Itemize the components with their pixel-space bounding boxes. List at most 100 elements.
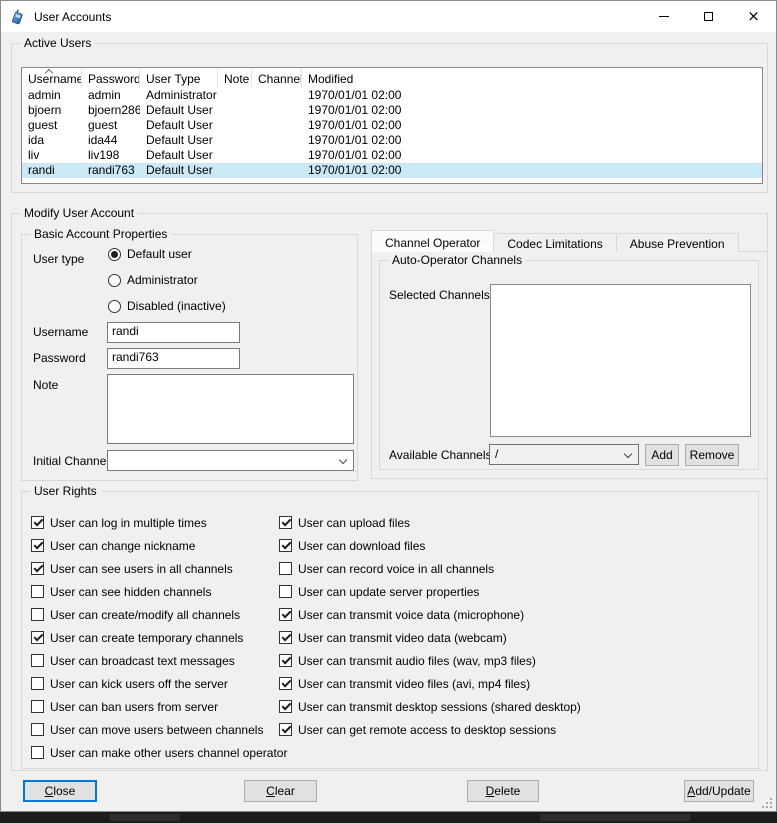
checkbox-transmit-video[interactable]: User can transmit video data (webcam)	[279, 630, 581, 645]
column-header-password[interactable]: Password	[82, 68, 140, 88]
table-row[interactable]: bjoernbjoern286Default User1970/01/01 02…	[22, 103, 762, 118]
remove-button[interactable]: Remove	[685, 444, 739, 466]
column-header-modified[interactable]: Modified	[302, 68, 762, 88]
radio-administrator[interactable]: Administrator	[108, 273, 226, 287]
user-type-label: User type	[33, 252, 84, 266]
checkbox-icon	[31, 677, 44, 690]
maximize-button[interactable]	[686, 1, 731, 32]
titlebar[interactable]: User Accounts ×	[1, 1, 776, 32]
checkbox-icon	[279, 631, 292, 644]
checkbox-icon	[31, 516, 44, 529]
user-type-radio-group: Default user Administrator Disabled (ina…	[108, 247, 226, 313]
note-label: Note	[33, 378, 58, 392]
radio-icon	[108, 274, 121, 287]
available-channels-combobox[interactable]: /	[489, 444, 639, 465]
add-button[interactable]: Add	[645, 444, 679, 466]
chevron-down-icon	[339, 456, 347, 464]
checkbox-download-files[interactable]: User can download files	[279, 538, 581, 553]
password-label: Password	[33, 351, 86, 365]
table-row-selected[interactable]: randirandi763Default User1970/01/01 02:0…	[22, 163, 762, 178]
checkbox-icon	[31, 723, 44, 736]
checkbox-move-users[interactable]: User can move users between channels	[31, 722, 287, 737]
checkbox-create-temporary-channels[interactable]: User can create temporary channels	[31, 630, 287, 645]
checkbox-kick-users[interactable]: User can kick users off the server	[31, 676, 287, 691]
checkbox-update-server-properties[interactable]: User can update server properties	[279, 584, 581, 599]
tab-abuse-prevention[interactable]: Abuse Prevention	[616, 233, 739, 252]
active-users-table[interactable]: Username Password User Type Note Channel…	[21, 67, 763, 184]
modify-user-account-label: Modify User Account	[20, 206, 138, 220]
column-header-username[interactable]: Username	[22, 68, 82, 88]
checkbox-icon	[31, 562, 44, 575]
checkbox-record-voice[interactable]: User can record voice in all channels	[279, 561, 581, 576]
close-button[interactable]: Close	[23, 780, 97, 802]
password-input[interactable]: randi763	[107, 348, 240, 369]
table-header: Username Password User Type Note Channel…	[22, 68, 762, 88]
checkbox-icon	[279, 516, 292, 529]
auto-operator-channels-label: Auto-Operator Channels	[388, 253, 526, 267]
selected-channels-listbox[interactable]	[490, 284, 751, 437]
column-header-note[interactable]: Note	[218, 68, 252, 88]
table-row[interactable]: idaida44Default User1970/01/01 02:00	[22, 133, 762, 148]
selected-channels-label: Selected Channels	[389, 288, 490, 302]
tab-channel-operator[interactable]: Channel Operator	[371, 230, 494, 252]
close-window-button[interactable]: ×	[731, 1, 776, 32]
basic-account-properties-label: Basic Account Properties	[30, 227, 171, 241]
checkbox-log-in-multiple-times[interactable]: User can log in multiple times	[31, 515, 287, 530]
table-row[interactable]: livliv198Default User1970/01/01 02:00	[22, 148, 762, 163]
checkbox-see-hidden-channels[interactable]: User can see hidden channels	[31, 584, 287, 599]
checkbox-icon	[279, 700, 292, 713]
username-label: Username	[33, 325, 88, 339]
add-update-button[interactable]: Add/Update	[684, 780, 754, 802]
initial-channel-combobox[interactable]	[107, 450, 354, 471]
checkbox-upload-files[interactable]: User can upload files	[279, 515, 581, 530]
chevron-down-icon	[624, 450, 632, 458]
resize-grip[interactable]	[759, 795, 772, 808]
checkbox-ban-users[interactable]: User can ban users from server	[31, 699, 287, 714]
checkbox-icon	[31, 746, 44, 759]
checkbox-transmit-voice[interactable]: User can transmit voice data (microphone…	[279, 607, 581, 622]
tab-codec-limitations[interactable]: Codec Limitations	[493, 233, 616, 252]
checkbox-create-modify-all-channels[interactable]: User can create/modify all channels	[31, 607, 287, 622]
tabbar: Channel Operator Codec Limitations Abuse…	[371, 230, 738, 252]
active-users-label: Active Users	[20, 36, 95, 50]
checkbox-icon	[279, 562, 292, 575]
checkbox-broadcast-text-messages[interactable]: User can broadcast text messages	[31, 653, 287, 668]
checkbox-icon	[31, 654, 44, 667]
radio-default-user[interactable]: Default user	[108, 247, 226, 261]
checkbox-icon	[279, 677, 292, 690]
checkbox-icon	[279, 723, 292, 736]
checkbox-transmit-desktop-sessions[interactable]: User can transmit desktop sessions (shar…	[279, 699, 581, 714]
checkbox-icon	[31, 608, 44, 621]
table-row[interactable]: guestguestDefault User1970/01/01 02:00	[22, 118, 762, 133]
checkbox-transmit-audio-files[interactable]: User can transmit audio files (wav, mp3 …	[279, 653, 581, 668]
taskbar-strip	[0, 812, 777, 823]
checkbox-icon	[31, 585, 44, 598]
close-icon: ×	[747, 9, 760, 24]
checkbox-icon	[31, 631, 44, 644]
checkbox-transmit-video-files[interactable]: User can transmit video files (avi, mp4 …	[279, 676, 581, 691]
screen: User Accounts × Active Users Username Pa…	[0, 0, 777, 823]
window-controls: ×	[641, 1, 776, 32]
clear-button[interactable]: Clear	[244, 780, 317, 802]
checkbox-see-users-all-channels[interactable]: User can see users in all channels	[31, 561, 287, 576]
username-input[interactable]: randi	[107, 322, 240, 343]
user-rights-right-column: User can upload files User can download …	[279, 515, 581, 737]
note-textarea[interactable]	[107, 374, 354, 444]
checkbox-icon	[279, 608, 292, 621]
checkbox-icon	[31, 539, 44, 552]
table-row[interactable]: adminadminAdministrator1970/01/01 02:00	[22, 88, 762, 103]
checkbox-icon	[279, 585, 292, 598]
checkbox-icon	[31, 700, 44, 713]
user-accounts-window: User Accounts × Active Users Username Pa…	[0, 0, 777, 812]
checkbox-change-nickname[interactable]: User can change nickname	[31, 538, 287, 553]
checkbox-make-channel-operator[interactable]: User can make other users channel operat…	[31, 745, 287, 760]
minimize-button[interactable]	[641, 1, 686, 32]
column-header-channel[interactable]: Channel	[252, 68, 302, 88]
checkbox-icon	[279, 539, 292, 552]
checkbox-remote-access-desktop[interactable]: User can get remote access to desktop se…	[279, 722, 581, 737]
window-title: User Accounts	[34, 10, 111, 24]
radio-icon	[108, 248, 121, 261]
column-header-usertype[interactable]: User Type	[140, 68, 218, 88]
radio-disabled-inactive[interactable]: Disabled (inactive)	[108, 299, 226, 313]
delete-button[interactable]: Delete	[467, 780, 539, 802]
